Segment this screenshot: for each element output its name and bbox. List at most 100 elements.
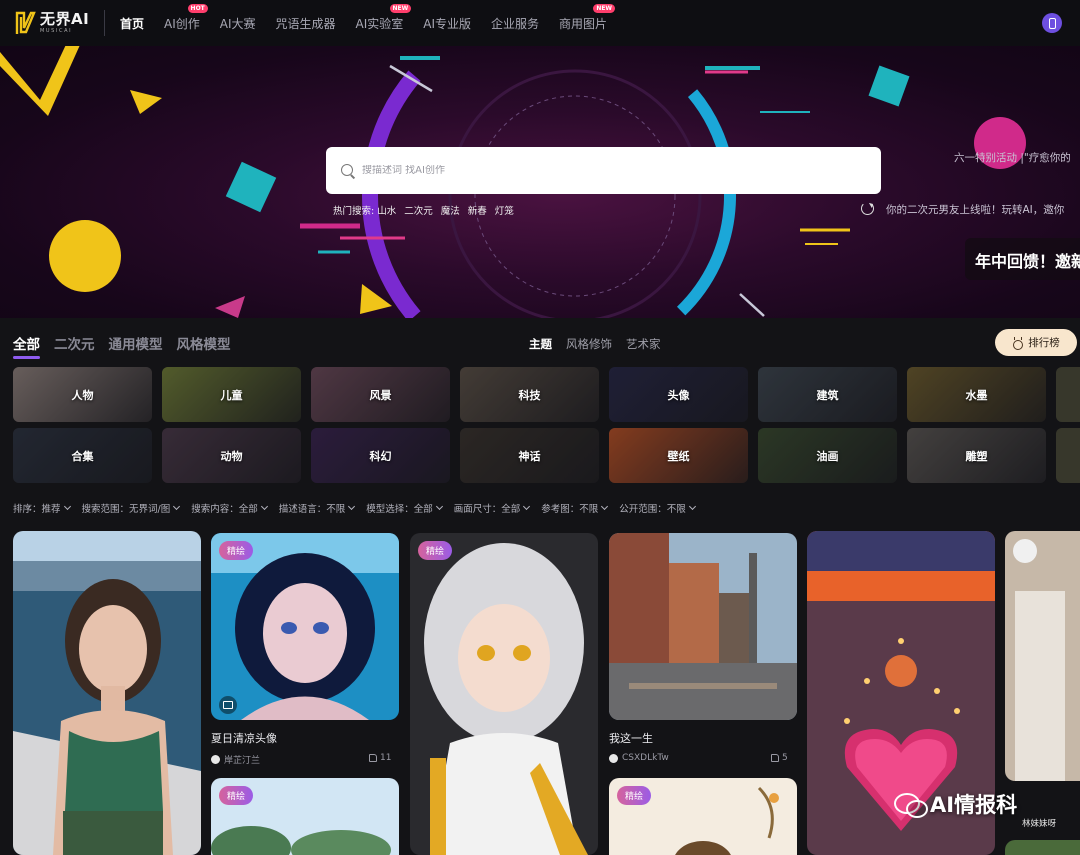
- nav-item[interactable]: 首页: [120, 15, 144, 32]
- nav-item[interactable]: AI大赛: [220, 15, 256, 32]
- model-tab[interactable]: 二次元: [54, 333, 95, 359]
- category-label: 头像: [667, 388, 690, 402]
- refined-badge: 精绘: [418, 541, 453, 560]
- filter-dropdown[interactable]: 搜索内容：全部: [191, 501, 268, 515]
- announcement-text[interactable]: 你的二次元男友上线啦！玩转AI，邀你: [886, 202, 1064, 217]
- category-tile[interactable]: 合集: [13, 428, 152, 483]
- category-label: 水墨: [965, 388, 988, 402]
- card-image: [211, 533, 399, 720]
- topic-tab[interactable]: 艺术家: [626, 336, 661, 352]
- hot-keyword[interactable]: 二次元: [404, 203, 433, 217]
- like-count[interactable]: 5: [771, 753, 788, 763]
- image-card[interactable]: [13, 531, 201, 855]
- category-tile[interactable]: 动物: [162, 428, 301, 483]
- search-box[interactable]: [326, 147, 881, 194]
- image-card[interactable]: 精绘: [211, 778, 399, 855]
- filter-dropdown[interactable]: 搜索范围：无界词/图: [81, 501, 181, 515]
- category-tile[interactable]: 儿童: [162, 367, 301, 422]
- image-card[interactable]: [609, 533, 797, 720]
- category-label: 科技: [518, 388, 541, 402]
- leaderboard-button[interactable]: 排行榜: [995, 329, 1077, 356]
- filter-label: 搜索范围：无界词/图: [81, 504, 171, 515]
- like-icon: [369, 754, 377, 762]
- filter-dropdown[interactable]: 画面尺寸：全部: [454, 501, 531, 515]
- category-tile[interactable]: 科技: [460, 367, 599, 422]
- image-card[interactable]: 精绘: [410, 533, 598, 855]
- model-tab[interactable]: 通用模型: [109, 333, 163, 359]
- nav-item[interactable]: AI实验室 NEW: [355, 3, 412, 32]
- category-label: 合集: [71, 449, 94, 463]
- filter-label: 模型选择：全部: [366, 504, 433, 515]
- filter-label: 搜索内容：全部: [191, 504, 258, 515]
- chevron-down-icon: [601, 502, 609, 511]
- like-number: 5: [782, 753, 788, 763]
- logo[interactable]: 无界AI MUSICAI: [14, 9, 89, 37]
- nav-badge: NEW: [593, 3, 616, 13]
- nav-divider: [104, 10, 105, 36]
- nav-item-label: AI创作: [164, 16, 200, 31]
- filter-dropdown[interactable]: 公开范围：不限: [619, 501, 696, 515]
- nav-item[interactable]: 咒语生成器: [276, 15, 336, 32]
- category-tile[interactable]: 油画: [758, 428, 897, 483]
- hot-keyword[interactable]: 新春: [468, 203, 487, 217]
- announcement-text[interactable]: 六一特别活动 |"疗愈你的: [954, 150, 1071, 165]
- image-card[interactable]: 精绘: [609, 778, 797, 855]
- category-tile[interactable]: 科幻: [311, 428, 450, 483]
- category-tile[interactable]: 水墨: [907, 367, 1046, 422]
- card-title[interactable]: 夏日清凉头像: [211, 730, 277, 746]
- chevron-down-icon: [173, 502, 181, 511]
- hot-search-label: 热门搜索:: [333, 206, 375, 217]
- category-label: 建筑: [816, 388, 839, 402]
- medal-icon: [1012, 336, 1024, 350]
- promo-banner-text[interactable]: 年中回馈！邀新: [965, 238, 1080, 280]
- hot-keyword[interactable]: 魔法: [441, 203, 460, 217]
- category-tile[interactable]: 风景: [311, 367, 450, 422]
- category-tile[interactable]: [1056, 428, 1080, 483]
- search-input[interactable]: [362, 165, 842, 176]
- filter-dropdown[interactable]: 参考图：不限: [541, 501, 609, 515]
- category-tile[interactable]: 神话: [460, 428, 599, 483]
- category-label: 油画: [816, 449, 839, 463]
- card-image: [13, 531, 201, 855]
- category-label: 科幻: [369, 449, 392, 463]
- nav-item[interactable]: AI专业版: [423, 15, 471, 32]
- nav-item[interactable]: AI创作 HOT: [164, 3, 208, 32]
- category-label: 人物: [71, 388, 94, 402]
- model-tab[interactable]: 全部: [13, 333, 40, 359]
- category-label: 风景: [369, 388, 392, 402]
- filter-label: 公开范围：不限: [619, 504, 686, 515]
- refined-badge: 精绘: [617, 786, 652, 805]
- model-tab[interactable]: 风格模型: [177, 333, 231, 359]
- like-count[interactable]: 11: [369, 753, 391, 763]
- category-tile[interactable]: 壁纸: [609, 428, 748, 483]
- card-title[interactable]: 我这一生: [609, 730, 653, 746]
- topic-tab[interactable]: 风格修饰: [566, 336, 612, 352]
- card-image: [410, 533, 598, 855]
- filter-dropdown[interactable]: 模型选择：全部: [366, 501, 443, 515]
- nav-item[interactable]: 商用图片 NEW: [559, 3, 616, 32]
- chevron-down-icon: [435, 502, 443, 511]
- refresh-icon[interactable]: [861, 202, 874, 215]
- nav-item[interactable]: 企业服务: [491, 15, 539, 32]
- category-tile[interactable]: 头像: [609, 367, 748, 422]
- like-number: 11: [380, 753, 392, 763]
- card-author[interactable]: 岸芷汀兰: [211, 753, 260, 766]
- category-tile[interactable]: [1056, 367, 1080, 422]
- image-card[interactable]: 精绘: [211, 533, 399, 720]
- card-author[interactable]: CSXDLkTw: [609, 753, 669, 763]
- category-tile[interactable]: 雕塑: [907, 428, 1046, 483]
- category-tile[interactable]: 人物: [13, 367, 152, 422]
- hot-search: 热门搜索: 山水 二次元 魔法 新春 灯笼: [333, 203, 522, 217]
- hot-keyword[interactable]: 山水: [377, 203, 396, 217]
- image-card[interactable]: [1005, 840, 1080, 855]
- image-card[interactable]: [1005, 531, 1080, 781]
- hot-keyword[interactable]: 灯笼: [495, 203, 514, 217]
- filter-dropdown[interactable]: 描述语言：不限: [279, 501, 356, 515]
- watermark-subtext: 林妹妹呀: [1022, 819, 1057, 829]
- filter-dropdown[interactable]: 排序：推荐: [13, 501, 71, 515]
- topic-tab[interactable]: 主题: [529, 336, 552, 352]
- app-download-icon[interactable]: [1042, 13, 1062, 33]
- category-tile[interactable]: 建筑: [758, 367, 897, 422]
- nav-item-label: 首页: [120, 16, 145, 31]
- nav-item-label: AI实验室: [355, 16, 404, 31]
